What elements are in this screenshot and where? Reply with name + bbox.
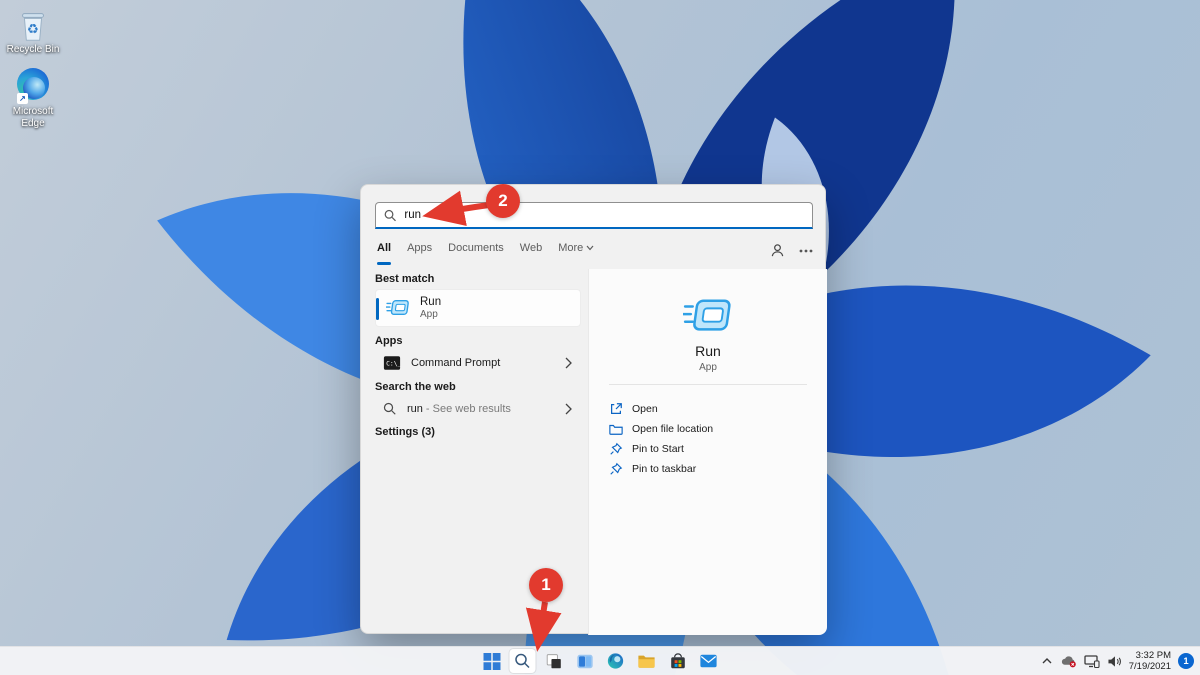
search-box[interactable] — [375, 202, 813, 229]
chevron-right-icon[interactable] — [565, 403, 573, 415]
task-view-icon — [546, 653, 561, 668]
mail-icon — [700, 654, 717, 668]
run-app-icon — [386, 300, 409, 316]
speaker-icon — [1108, 655, 1121, 667]
task-view-button[interactable] — [541, 649, 567, 673]
tray-show-hidden-icons-button[interactable] — [1041, 656, 1053, 666]
notification-count-badge[interactable]: 1 — [1178, 653, 1194, 669]
pin-icon — [610, 442, 623, 455]
tab-documents[interactable]: Documents — [448, 242, 504, 254]
tab-apps[interactable]: Apps — [407, 242, 432, 254]
best-match-result-run[interactable]: Run App — [375, 289, 581, 327]
tab-more[interactable]: More — [558, 242, 594, 254]
folder-icon — [609, 424, 623, 435]
detail-title: Run — [695, 343, 721, 359]
display-network-icon — [1084, 654, 1100, 668]
detail-subtitle: App — [699, 362, 717, 373]
windows-start-icon — [483, 652, 500, 670]
web-suffix-text: - See web results — [425, 402, 511, 415]
shortcut-arrow-icon: ↗ — [17, 93, 28, 104]
active-tab-underline — [377, 262, 391, 265]
search-the-web-header: Search the web — [375, 381, 456, 393]
chevron-up-icon — [1042, 658, 1052, 664]
edge-icon: ↗ — [15, 68, 51, 104]
selection-accent-bar — [376, 298, 379, 320]
command-prompt-icon: C:\_ — [383, 355, 401, 370]
tray-time: 3:32 PM — [1135, 649, 1171, 661]
tray-onedrive-button[interactable] — [1060, 654, 1077, 668]
annotation-step-2-badge: 2 — [486, 184, 520, 218]
result-web-search-run[interactable]: run - See web results — [375, 396, 581, 421]
chevron-right-icon[interactable] — [565, 357, 573, 369]
action-open-file-location[interactable]: Open file location — [609, 419, 817, 439]
recycle-bin-icon: ♻ — [15, 6, 51, 42]
action-open[interactable]: Open — [609, 399, 817, 419]
desktop-icon-recycle-bin[interactable]: ♻ Recycle Bin — [4, 6, 62, 56]
store-icon — [670, 652, 685, 668]
widgets-icon — [576, 654, 593, 668]
search-icon — [515, 653, 530, 669]
microsoft-store-button[interactable] — [665, 649, 691, 673]
desktop-icon-label: Microsoft Edge — [12, 106, 54, 129]
tab-web[interactable]: Web — [520, 242, 542, 254]
tray-date: 7/19/2021 — [1128, 661, 1171, 672]
search-icon — [383, 402, 396, 415]
result-detail-pane: Run App Open Open file location Pin to S… — [588, 269, 827, 635]
search-filter-tabs: All Apps Documents Web More — [377, 242, 594, 254]
settings-header: Settings (3) — [375, 426, 435, 438]
chevron-down-icon — [586, 245, 594, 251]
search-icon — [384, 209, 396, 221]
tray-network-button[interactable] — [1084, 654, 1100, 668]
annotation-step-1-badge: 1 — [529, 568, 563, 602]
result-title: Command Prompt — [411, 356, 501, 369]
web-query-text: run — [407, 402, 423, 415]
start-button[interactable] — [479, 649, 505, 673]
action-pin-to-start[interactable]: Pin to Start — [609, 439, 817, 459]
taskbar-search-button[interactable] — [509, 649, 536, 673]
tray-volume-button[interactable] — [1107, 655, 1122, 668]
best-match-title: Run — [420, 296, 442, 308]
best-match-header: Best match — [375, 273, 435, 285]
svg-text:C:\_: C:\_ — [386, 360, 401, 367]
action-pin-to-taskbar[interactable]: Pin to taskbar — [609, 459, 817, 479]
open-icon — [611, 403, 622, 414]
result-command-prompt[interactable]: C:\_ Command Prompt — [375, 350, 581, 375]
more-options-icon[interactable] — [799, 249, 813, 253]
run-app-icon-large — [683, 299, 731, 331]
tab-all[interactable]: All — [377, 242, 391, 254]
file-explorer-button[interactable] — [634, 649, 660, 673]
onedrive-cloud-icon — [1061, 656, 1076, 668]
file-explorer-icon — [638, 655, 655, 668]
desktop-icon-label: Recycle Bin — [6, 44, 60, 55]
edge-button[interactable] — [603, 649, 629, 673]
widgets-button[interactable] — [572, 649, 598, 673]
search-input[interactable] — [404, 209, 804, 221]
desktop-icon-microsoft-edge[interactable]: ↗ Microsoft Edge — [4, 66, 62, 129]
pin-icon — [610, 462, 623, 475]
best-match-subtitle: App — [420, 309, 438, 320]
edge-icon — [607, 653, 624, 669]
account-icon[interactable] — [770, 243, 785, 258]
svg-text:♻: ♻ — [27, 23, 39, 38]
taskbar: 3:32 PM 7/19/2021 1 — [0, 646, 1200, 675]
search-flyout-panel: All Apps Documents Web More Best match — [360, 184, 827, 635]
tray-clock[interactable]: 3:32 PM 7/19/2021 — [1129, 650, 1171, 673]
divider — [609, 384, 807, 385]
mail-button[interactable] — [696, 649, 722, 673]
apps-header: Apps — [375, 335, 403, 347]
